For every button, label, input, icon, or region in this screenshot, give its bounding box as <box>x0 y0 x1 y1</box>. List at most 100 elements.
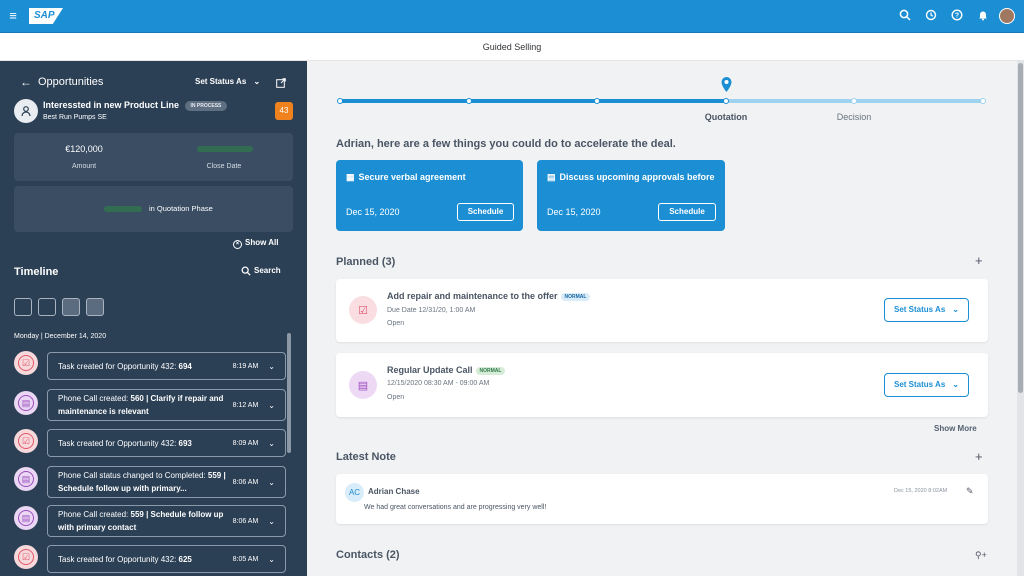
step-marker[interactable] <box>980 98 986 104</box>
planned-line1: 12/15/2020 08:30 AM - 09:00 AM <box>387 380 490 387</box>
set-status-button[interactable]: Set Status As ⌄ <box>884 298 969 322</box>
timeline-search[interactable]: Search <box>241 266 281 276</box>
priority-badge: NORMAL <box>475 366 506 375</box>
planned-card[interactable]: ☑ Add repair and maintenance to the offe… <box>336 279 988 342</box>
phone-call-icon: ▤ <box>349 371 377 399</box>
user-avatar[interactable] <box>999 8 1015 24</box>
set-status-button[interactable]: Set Status As ⌄ <box>884 373 969 397</box>
action-card[interactable]: ▦ Secure verbal agreement Dec 15, 2020 Sc… <box>336 160 523 231</box>
task-icon: ☑ <box>14 351 38 375</box>
filter-appointments-icon[interactable] <box>38 298 56 316</box>
note-card[interactable]: AC Adrian Chase Dec 15, 2020 8:02AM ✎ We… <box>336 474 988 524</box>
phone-call-icon: ▤ <box>14 506 38 530</box>
filter-tasks-icon[interactable] <box>14 298 32 316</box>
timeline-item[interactable]: Task created for Opportunity 432: 693 8:0… <box>47 429 286 457</box>
add-note-icon[interactable]: + <box>975 449 983 464</box>
opportunity-title: Interessted in new Product Line IN PROCE… <box>43 100 228 111</box>
amount-label: Amount <box>71 163 97 170</box>
search-icon[interactable] <box>898 9 912 23</box>
timeline-item[interactable]: Task created for Opportunity 432: 625 8:0… <box>47 545 286 573</box>
latest-note-title: Latest Note <box>336 451 396 463</box>
chevron-down-icon[interactable]: ⌄ <box>268 401 275 410</box>
planned-title: Planned (3) <box>336 256 396 268</box>
planned-line1: Due Date 12/31/20, 1:00 AM <box>387 307 476 314</box>
help-icon[interactable]: ? <box>950 9 964 23</box>
amount-value: €120,000 <box>65 144 103 154</box>
note-author-avatar: AC <box>345 483 364 502</box>
chevron-down-icon: ⌄ <box>952 380 959 389</box>
timeline-date-header: Monday | December 14, 2020 <box>14 333 107 340</box>
step-marker[interactable] <box>337 98 343 104</box>
phone-call-icon: ▤ <box>14 467 38 491</box>
shell-bar: ≡ SAP ? <box>0 0 1024 33</box>
step-marker[interactable] <box>466 98 472 104</box>
planned-title-text: Regular Update Call NORMAL <box>387 365 506 375</box>
phone-call-icon: ▤ <box>14 391 38 415</box>
checklist-icon: ▤ <box>547 172 556 182</box>
phase-redacted <box>104 206 142 212</box>
chevron-down-icon[interactable]: ⌄ <box>268 362 275 371</box>
set-status-dropdown[interactable]: Set Status As ⌄ <box>195 77 260 86</box>
action-card-title: ▦ Secure verbal agreement <box>346 172 466 182</box>
sidebar-title: Opportunities <box>38 76 104 88</box>
action-card-date: Dec 15, 2020 <box>346 207 400 217</box>
action-card[interactable]: ▤ Discuss upcoming approvals before Dec 1… <box>537 160 725 231</box>
chevron-down-icon[interactable]: ⌄ <box>268 439 275 448</box>
sap-logo[interactable]: SAP <box>29 8 63 24</box>
close-date-label: Close Date <box>206 163 242 170</box>
status-badge: IN PROCESS <box>184 100 228 111</box>
step-marker[interactable] <box>723 98 729 104</box>
priority-badge: NORMAL <box>560 292 591 301</box>
history-icon[interactable] <box>924 9 938 23</box>
phase-text: in Quotation Phase <box>149 204 213 213</box>
action-card-date: Dec 15, 2020 <box>547 207 601 217</box>
chevron-down-icon: ⌄ <box>253 77 261 86</box>
timeline-item[interactable]: Phone Call status changed to Completed: … <box>47 466 286 498</box>
step-current-label: Quotation <box>704 112 748 122</box>
show-more-link[interactable]: Show More <box>934 424 977 433</box>
contacts-title: Contacts (2) <box>336 549 400 561</box>
add-contact-icon[interactable]: ⚲+ <box>975 550 987 561</box>
recommendation-headline: Adrian, here are a few things you could … <box>336 138 676 150</box>
timeline-item[interactable]: Phone Call created: 560 | Clarify if rep… <box>47 389 286 421</box>
calendar-icon: ▦ <box>346 172 355 182</box>
planned-title-text: Add repair and maintenance to the offer N… <box>387 291 591 301</box>
circle-x-icon: × <box>233 240 242 249</box>
amount-card: €120,000 Amount Close Date <box>14 133 293 181</box>
filter-calls-icon[interactable] <box>62 298 80 316</box>
timeline-item[interactable]: Phone Call created: 559 | Schedule follo… <box>47 505 286 537</box>
task-icon: ☑ <box>14 429 38 453</box>
task-icon: ☑ <box>349 296 377 324</box>
close-date-redacted <box>197 146 253 152</box>
chevron-down-icon[interactable]: ⌄ <box>268 555 275 564</box>
chevron-down-icon[interactable]: ⌄ <box>268 478 275 487</box>
filter-notes-icon[interactable] <box>86 298 104 316</box>
menu-icon[interactable]: ≡ <box>6 9 20 23</box>
schedule-button[interactable]: Schedule <box>457 203 514 221</box>
show-all-link[interactable]: × Show All <box>233 238 278 249</box>
main-scrollbar-track[interactable] <box>1017 61 1024 576</box>
svg-text:?: ? <box>955 13 959 20</box>
timeline-scrollbar[interactable] <box>287 333 291 453</box>
count-badge[interactable]: 43 <box>275 102 293 120</box>
note-date: Dec 15, 2020 8:02AM <box>894 488 948 494</box>
opportunity-sidebar: ← Opportunities Set Status As ⌄ Interess… <box>0 61 307 576</box>
step-marker[interactable] <box>851 98 857 104</box>
company-name: Best Run Pumps SE <box>43 114 107 121</box>
edit-icon[interactable]: ✎ <box>966 486 974 497</box>
back-arrow-icon[interactable]: ← <box>20 75 32 89</box>
schedule-button[interactable]: Schedule <box>658 203 716 221</box>
step-next-label: Decision <box>836 112 872 122</box>
phase-card: in Quotation Phase <box>14 186 293 232</box>
timeline-item[interactable]: Task created for Opportunity 432: 694 8:1… <box>47 352 286 380</box>
main-scrollbar-thumb[interactable] <box>1018 63 1023 393</box>
person-avatar-icon <box>14 99 38 123</box>
planned-card[interactable]: ▤ Regular Update Call NORMAL 12/15/2020 0… <box>336 353 988 417</box>
location-pin-icon <box>720 76 733 93</box>
note-author: Adrian Chase <box>368 487 420 496</box>
chevron-down-icon[interactable]: ⌄ <box>268 517 275 526</box>
open-external-icon[interactable] <box>276 75 286 88</box>
step-marker[interactable] <box>594 98 600 104</box>
add-planned-icon[interactable]: + <box>975 253 983 268</box>
notifications-icon[interactable] <box>976 9 990 23</box>
